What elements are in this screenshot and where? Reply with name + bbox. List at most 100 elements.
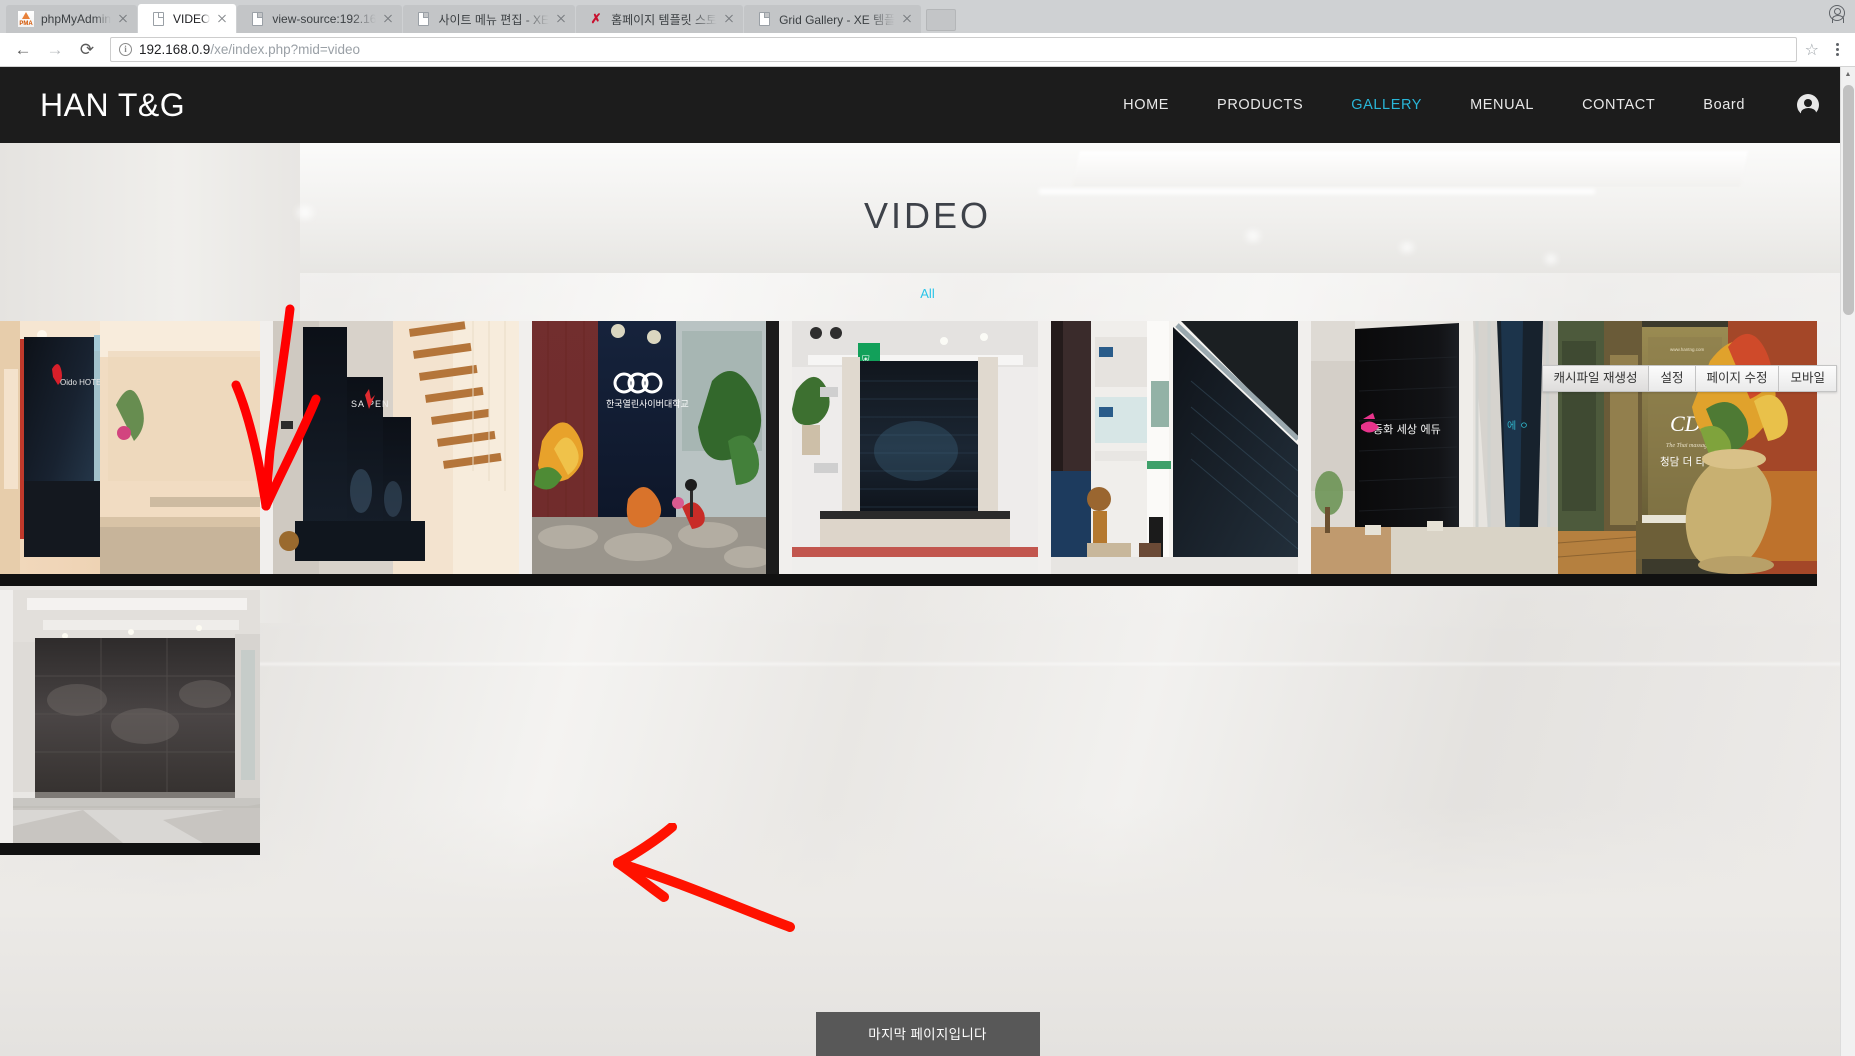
page-scrollbar[interactable]: ▲ — [1840, 67, 1855, 1056]
gallery-gutter — [1297, 321, 1311, 586]
gallery-gutter — [519, 321, 533, 586]
scrollbar-thumb[interactable] — [1843, 85, 1854, 315]
gallery-thumbnail: ⛨ — [791, 321, 1039, 574]
gallery-thumbnail: SA PEN — [272, 321, 520, 574]
site-logo[interactable]: HAN T&G — [40, 87, 185, 124]
document-icon — [150, 11, 166, 27]
chrome-menu-icon[interactable] — [1829, 43, 1845, 56]
gallery-thumbnail: Oido HOTEL — [0, 321, 260, 574]
browser-tab-video[interactable]: VIDEO — [138, 4, 237, 33]
account-icon[interactable] — [1829, 5, 1845, 23]
tab-title: view-source:192.16 — [272, 12, 377, 26]
svg-text:The Thai massage: The Thai massage — [1666, 443, 1710, 449]
last-page-button[interactable]: 마지막 페이지입니다 — [815, 1012, 1040, 1056]
gallery-item[interactable]: Oido HOTEL — [0, 321, 260, 586]
close-icon[interactable] — [380, 11, 396, 27]
gallery-thumbnail: www.hantng.com CD The Thai massage 청담 더 … — [1557, 321, 1818, 574]
gallery-item[interactable]: SA PEN — [259, 321, 520, 586]
svg-text:www.hantng.com: www.hantng.com — [1670, 347, 1705, 352]
regenerate-cache-button[interactable]: 캐시파일 재생성 — [1541, 365, 1650, 392]
gallery-item[interactable]: 한국열린사이버대학교 — [519, 321, 779, 586]
background-spotlight — [1395, 241, 1419, 254]
browser-tab-site-menu-edit[interactable]: 사이트 메뉴 편집 - XE — [403, 5, 576, 33]
tab-title: 사이트 메뉴 편집 - XE — [438, 12, 550, 27]
gallery-caption-strip — [519, 574, 779, 586]
back-button[interactable]: ← — [10, 37, 36, 63]
gallery-gutter — [0, 590, 13, 855]
tab-title: phpMyAdmin — [41, 12, 112, 26]
gallery-gutter — [259, 321, 273, 586]
nav-item-gallery[interactable]: GALLERY — [1327, 97, 1446, 113]
reload-button[interactable]: ⟳ — [74, 37, 100, 63]
browser-tab-view-source[interactable]: view-source:192.16 — [237, 5, 403, 33]
browser-chrome: PMA phpMyAdmin VIDEO view-source:192.16 … — [0, 0, 1855, 67]
nav-item-home[interactable]: HOME — [1099, 97, 1193, 113]
close-icon[interactable] — [721, 11, 737, 27]
gallery-item[interactable]: 동화 세상 에듀 에 ㅇ — [1297, 321, 1558, 586]
bookmark-star-icon[interactable]: ☆ — [1805, 40, 1819, 60]
garden-water-wall-image: 한국열린사이버대학교 — [532, 321, 766, 574]
gallery-filter-bar: All — [0, 285, 1855, 307]
gallery-caption-strip — [1038, 574, 1298, 586]
site-info-icon[interactable]: i — [119, 43, 132, 56]
browser-tab-template-store[interactable]: ✗ 홈페이지 템플릿 스토 — [576, 5, 744, 33]
gallery-caption-strip — [1297, 574, 1558, 586]
corridor-signage-water-feature-image: www.hantng.com CD The Thai massage 청담 더 … — [1557, 321, 1818, 574]
gallery-item[interactable] — [1038, 321, 1298, 586]
forward-button[interactable]: → — [42, 37, 68, 63]
nav-item-contact[interactable]: CONTACT — [1558, 97, 1679, 113]
close-icon[interactable] — [214, 11, 230, 27]
lobby-black-water-wall-image: ⛨ — [791, 321, 1039, 574]
document-icon — [249, 11, 265, 27]
gallery-caption-strip — [1557, 574, 1818, 586]
edit-page-button[interactable]: 페이지 수정 — [1695, 365, 1780, 392]
background-spotlight — [1540, 253, 1562, 265]
gallery-caption-strip — [259, 574, 520, 586]
address-bar[interactable]: i 192.168.0.9/xe/index.php?mid=video — [110, 37, 1797, 62]
tab-title: Grid Gallery - XE 템플 — [779, 12, 896, 27]
close-icon[interactable] — [115, 11, 131, 27]
dark-stone-water-wall-image — [13, 590, 260, 843]
window-controls — [1829, 0, 1855, 26]
url-host: 192.168.0.9 — [139, 42, 211, 57]
user-account-icon[interactable] — [1797, 94, 1819, 117]
gallery-grid: Oido HOTEL SA PEN 한국열린사이버대학교 ⛨ 동화 세상 에듀 … — [0, 321, 1855, 859]
browser-tab-phpmyadmin[interactable]: PMA phpMyAdmin — [6, 5, 138, 33]
phpmyadmin-icon: PMA — [18, 11, 34, 27]
gallery-thumbnail: 한국열린사이버대학교 — [532, 321, 766, 574]
nav-item-board[interactable]: Board — [1679, 97, 1769, 113]
mobile-button[interactable]: 모바일 — [1779, 365, 1837, 392]
nav-item-menual[interactable]: MENUAL — [1446, 97, 1558, 113]
url-path: /xe/index.php?mid=video — [210, 42, 361, 57]
svg-text:동화 세상 에듀: 동화 세상 에듀 — [1373, 423, 1441, 436]
browser-tabstrip: PMA phpMyAdmin VIDEO view-source:192.16 … — [0, 0, 1855, 33]
page-content: VIDEO 캐시파일 재생성 설정 페이지 수정 모바일 All Oido HO… — [0, 143, 1855, 1056]
page-title: VIDEO — [863, 195, 992, 236]
admin-toolbar: 캐시파일 재생성 설정 페이지 수정 모바일 — [1541, 365, 1837, 392]
svg-text:한국열린사이버대학교: 한국열린사이버대학교 — [606, 399, 689, 410]
nav-item-products[interactable]: PRODUCTS — [1193, 97, 1327, 113]
document-icon — [415, 11, 431, 27]
gallery-caption-strip — [0, 574, 260, 586]
scroll-up-arrow[interactable]: ▲ — [1841, 67, 1855, 82]
gallery-item[interactable]: www.hantng.com CD The Thai massage 청담 더 … — [1557, 321, 1818, 586]
stairway-water-panels-image: SA PEN — [272, 321, 520, 574]
close-icon[interactable] — [553, 11, 569, 27]
gallery-gutter — [1038, 321, 1052, 586]
gallery-caption-strip — [0, 843, 260, 855]
close-icon[interactable] — [899, 11, 915, 27]
svg-text:Oido HOTEL: Oido HOTEL — [60, 378, 106, 387]
gallery-item[interactable] — [0, 590, 260, 855]
url-text: 192.168.0.9/xe/index.php?mid=video — [139, 42, 360, 57]
gallery-item[interactable]: ⛨ — [778, 321, 1039, 586]
main-navigation: HOME PRODUCTS GALLERY MENUAL CONTACT Boa… — [1099, 94, 1825, 117]
tab-title: VIDEO — [173, 11, 211, 26]
tab-title: 홈페이지 템플릿 스토 — [611, 12, 718, 27]
browser-tab-grid-gallery[interactable]: Grid Gallery - XE 템플 — [744, 5, 922, 33]
page-viewport: HAN T&G HOME PRODUCTS GALLERY MENUAL CON… — [0, 67, 1855, 1056]
svg-text:에 ㅇ: 에 ㅇ — [1507, 420, 1529, 432]
new-tab-button[interactable] — [926, 9, 957, 31]
document-icon — [756, 11, 772, 27]
settings-button[interactable]: 설정 — [1649, 365, 1696, 392]
gallery-filter-all[interactable]: All — [920, 286, 934, 301]
